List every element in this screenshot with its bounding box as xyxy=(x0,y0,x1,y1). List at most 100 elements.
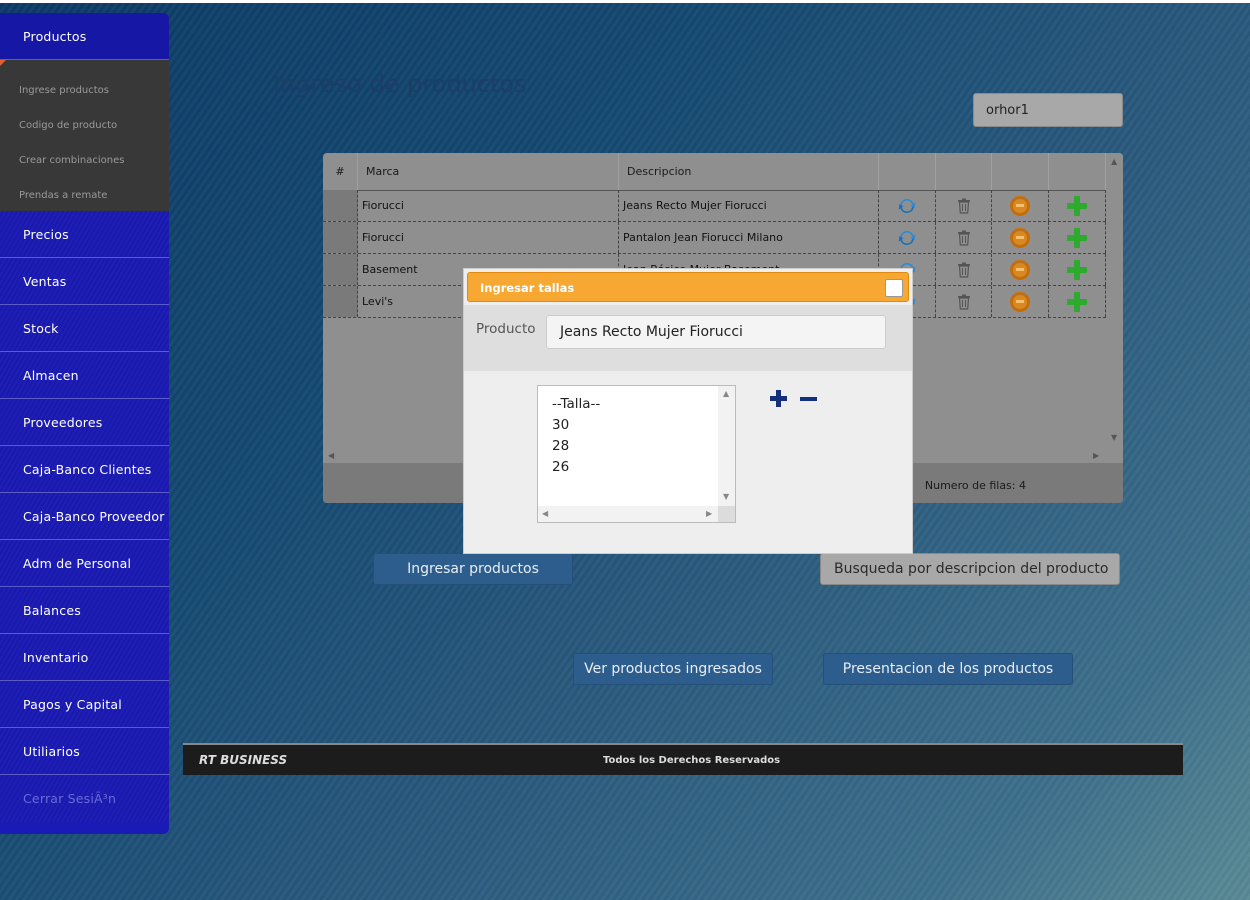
column-header-number[interactable]: # xyxy=(323,153,358,190)
scroll-up-icon[interactable]: ▲ xyxy=(1111,157,1117,166)
sidebar-menu: Productos Ingrese productos Codigo de pr… xyxy=(0,13,169,834)
delete-cell xyxy=(936,222,992,253)
descripcion-cell: Pantalon Jean Fiorucci Milano xyxy=(619,222,879,253)
row-number-cell xyxy=(323,222,358,253)
table-row[interactable]: Fiorucci Jeans Recto Mujer Fiorucci xyxy=(323,190,1106,222)
add-cell xyxy=(1049,190,1106,221)
sizes-cell xyxy=(992,190,1049,221)
row-count-label: Numero de filas: 4 xyxy=(924,479,1026,492)
disc-icon[interactable] xyxy=(1010,259,1030,280)
sizes-cell xyxy=(992,286,1049,317)
description-search-input[interactable]: Busqueda por descripcion del producto xyxy=(820,553,1120,585)
sidebar-item-ventas[interactable]: Ventas xyxy=(0,258,169,305)
column-header-descripcion[interactable]: Descripcion xyxy=(619,153,879,190)
delete-cell xyxy=(936,190,992,221)
producto-row: Producto Jeans Recto Mujer Fiorucci xyxy=(464,305,912,371)
column-header-add xyxy=(1049,153,1106,190)
listbox-horizontal-scrollbar[interactable]: ◀ ▶ xyxy=(538,506,719,522)
sizes-cell xyxy=(992,254,1049,285)
scroll-left-icon[interactable]: ◀ xyxy=(542,509,548,518)
sidebar-item-proveedores[interactable]: Proveedores xyxy=(0,399,169,446)
footer-rights: Todos los Derechos Reservados xyxy=(603,755,781,766)
producto-label: Producto xyxy=(476,321,536,337)
scroll-left-icon[interactable]: ◀ xyxy=(328,451,334,460)
talla-option[interactable]: 30 xyxy=(538,414,735,435)
sidebar-item-almacen[interactable]: Almacen xyxy=(0,352,169,399)
row-number-cell xyxy=(323,190,358,221)
column-header-marca[interactable]: Marca xyxy=(358,153,619,190)
footer: RT BUSINESS Todos los Derechos Reservado… xyxy=(183,743,1183,775)
ingresar-productos-button[interactable]: Ingresar productos xyxy=(373,553,573,585)
sidebar-item-stock[interactable]: Stock xyxy=(0,305,169,352)
talla-option[interactable]: --Talla-- xyxy=(538,393,735,414)
marca-cell: Fiorucci xyxy=(358,190,619,221)
disc-icon[interactable] xyxy=(1010,227,1030,248)
grid-header: # Marca Descripcion xyxy=(323,153,1106,191)
sidebar-item-utiliarios[interactable]: Utiliarios xyxy=(0,728,169,775)
disc-icon[interactable] xyxy=(1010,291,1030,312)
delete-cell xyxy=(936,286,992,317)
trash-icon[interactable] xyxy=(957,262,971,278)
submenu-item-crear-combinaciones[interactable]: Crear combinaciones xyxy=(0,143,169,178)
talla-option[interactable]: 26 xyxy=(538,456,735,477)
scroll-down-icon[interactable]: ▼ xyxy=(723,492,729,501)
page-title: Ingreso de productos xyxy=(273,70,527,98)
submenu-productos: Ingrese productos Codigo de producto Cre… xyxy=(0,60,169,211)
submenu-item-codigo-producto[interactable]: Codigo de producto xyxy=(0,108,169,143)
sidebar-item-pagos-capital[interactable]: Pagos y Capital xyxy=(0,681,169,728)
producto-field[interactable]: Jeans Recto Mujer Fiorucci xyxy=(546,315,886,349)
add-size-icon[interactable] xyxy=(767,387,791,411)
trash-icon[interactable] xyxy=(957,198,971,214)
dialog-titlebar[interactable]: Ingresar tallas xyxy=(467,272,909,302)
trash-icon[interactable] xyxy=(957,294,971,310)
presentacion-productos-button[interactable]: Presentacion de los productos xyxy=(823,653,1073,685)
row-number-cell xyxy=(323,286,358,317)
sidebar-item-productos[interactable]: Productos xyxy=(0,13,169,60)
sidebar-item-caja-banco-proveedor[interactable]: Caja-Banco Proveedor xyxy=(0,493,169,540)
sidebar-item-cerrar-sesion[interactable]: Cerrar SesiÃ³n xyxy=(0,775,169,822)
scroll-right-icon[interactable]: ▶ xyxy=(1093,451,1099,460)
close-icon[interactable] xyxy=(885,279,903,297)
table-row[interactable]: Fiorucci Pantalon Jean Fiorucci Milano xyxy=(323,222,1106,254)
column-header-sizes xyxy=(992,153,1049,190)
plus-icon[interactable] xyxy=(1066,227,1088,249)
add-cell xyxy=(1049,254,1106,285)
remove-size-icon[interactable] xyxy=(797,387,821,411)
scroll-down-icon[interactable]: ▼ xyxy=(1111,433,1117,442)
listbox-vertical-scrollbar[interactable]: ▲ ▼ xyxy=(718,386,735,507)
sidebar-item-adm-personal[interactable]: Adm de Personal xyxy=(0,540,169,587)
plus-icon[interactable] xyxy=(1066,259,1088,281)
edit-cell xyxy=(879,190,936,221)
tallas-listbox[interactable]: --Talla-- 30 28 26 ▲ ▼ ◀ ▶ xyxy=(537,385,736,523)
delete-cell xyxy=(936,254,992,285)
scroll-right-icon[interactable]: ▶ xyxy=(706,509,712,518)
talla-option[interactable]: 28 xyxy=(538,435,735,456)
sidebar-item-balances[interactable]: Balances xyxy=(0,587,169,634)
ver-productos-button[interactable]: Ver productos ingresados xyxy=(573,653,773,685)
marca-cell: Fiorucci xyxy=(358,222,619,253)
sidebar-item-inventario[interactable]: Inventario xyxy=(0,634,169,681)
submenu-arrow-icon xyxy=(0,60,6,66)
refresh-icon[interactable] xyxy=(897,228,917,248)
disc-icon[interactable] xyxy=(1010,195,1030,216)
column-header-edit xyxy=(879,153,936,190)
code-search-input[interactable] xyxy=(973,93,1123,127)
sidebar-item-caja-banco-clientes[interactable]: Caja-Banco Clientes xyxy=(0,446,169,493)
scrollbar-corner xyxy=(718,506,735,522)
submenu-item-prendas-remate[interactable]: Prendas a remate xyxy=(0,178,169,213)
descripcion-cell: Jeans Recto Mujer Fiorucci xyxy=(619,190,879,221)
scroll-up-icon[interactable]: ▲ xyxy=(723,389,729,398)
plus-icon[interactable] xyxy=(1066,291,1088,313)
sizes-cell xyxy=(992,222,1049,253)
grid-vertical-scrollbar[interactable]: ▲ ▼ xyxy=(1106,153,1123,463)
footer-brand: RT BUSINESS xyxy=(199,753,288,767)
ingresar-tallas-dialog: Ingresar tallas Producto Jeans Recto Muj… xyxy=(463,268,913,554)
submenu-item-ingrese-productos[interactable]: Ingrese productos xyxy=(0,73,169,108)
plus-icon[interactable] xyxy=(1066,195,1088,217)
dialog-title: Ingresar tallas xyxy=(480,281,575,295)
edit-cell xyxy=(879,222,936,253)
refresh-icon[interactable] xyxy=(897,196,917,216)
sidebar-item-precios[interactable]: Precios xyxy=(0,211,169,258)
add-cell xyxy=(1049,286,1106,317)
trash-icon[interactable] xyxy=(957,230,971,246)
